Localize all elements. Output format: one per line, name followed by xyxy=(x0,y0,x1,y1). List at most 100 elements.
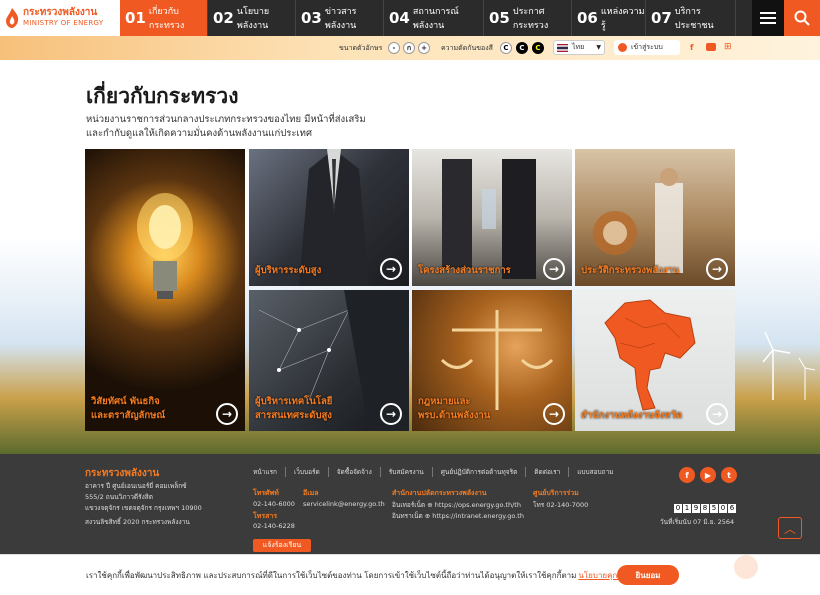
search-button[interactable] xyxy=(784,0,820,36)
arrow-right-icon[interactable]: → xyxy=(216,403,238,425)
tile-caption: ผู้บริหารระดับสูง xyxy=(255,265,322,276)
footer-org-name: กระทรวงพลังงาน xyxy=(85,468,160,479)
ops-internet[interactable]: อินเทอร์เน็ต ⊕ https://ops.energy.go.th/… xyxy=(392,500,521,510)
footer-link-survey[interactable]: แบบสอบถาม xyxy=(569,467,613,477)
nav-num: 06 xyxy=(577,9,598,27)
service-center-label: ศูนย์บริการร่วม xyxy=(533,489,579,497)
thai-flag-icon xyxy=(557,43,568,52)
nav-label: สถานการณ์พลังงาน xyxy=(412,7,459,31)
thailand-map-icon xyxy=(604,299,696,411)
login-button[interactable]: เข้าสู่ระบบ xyxy=(614,40,680,55)
footer-link-jobs[interactable]: รับสมัครงาน xyxy=(381,467,433,477)
visitor-counter: 0 1 9 8 5 0 6 xyxy=(674,504,736,513)
menu-button[interactable] xyxy=(752,0,784,36)
history-photo-icon xyxy=(593,168,683,273)
tile-caption: ประวัติกระทรวงพลังงาน xyxy=(581,265,680,276)
phone-value: 02-140-6000 xyxy=(253,500,295,508)
arrow-right-icon[interactable]: → xyxy=(380,258,402,280)
tile-caption: กฎหมายและ พรบ.ด้านพลังงาน xyxy=(418,396,491,421)
contrast-label: ความตัดกันของสี xyxy=(441,44,493,52)
footer-address: อาคาร ปี ศูนย์เอนเนอร์ยี่ คอมเพล็กซ์ 555/… xyxy=(85,482,202,512)
tile-provincial-offices[interactable]: สำนักงานพลังงานจังหวัด → xyxy=(575,290,735,431)
facebook-icon[interactable]: f xyxy=(679,467,695,483)
footer-link-home[interactable]: หน้าแรก xyxy=(253,467,286,477)
counter-digit: 6 xyxy=(728,504,736,513)
facebook-icon[interactable]: f xyxy=(690,43,693,52)
nav-item-policy[interactable]: 02 นโยบายพลังงาน xyxy=(208,0,296,36)
chat-widget-icon[interactable] xyxy=(734,555,758,579)
hamburger-icon xyxy=(760,12,776,24)
email-label: อีเมล xyxy=(303,489,319,497)
footer-link-anticorruption[interactable]: ศูนย์ปฏิบัติการต่อต้านทุจริต xyxy=(433,467,527,477)
ops-label: สำนักงานปลัดกระทรวงพลังงาน xyxy=(392,489,487,497)
nav-item-news[interactable]: 03 ข่าวสารพลังงาน xyxy=(296,0,384,36)
page-title: เกี่ยวกับกระทรวง xyxy=(86,84,239,108)
arrow-right-icon[interactable]: → xyxy=(706,258,728,280)
youtube-icon[interactable] xyxy=(706,43,716,51)
nav-item-situation[interactable]: 04 สถานการณ์พลังงาน xyxy=(384,0,484,36)
contrast-normal-button[interactable]: C xyxy=(500,42,512,54)
nav-item-announcement[interactable]: 05 ประกาศกระทรวง xyxy=(484,0,572,36)
counter-digit: 1 xyxy=(683,504,691,513)
nav-num: 01 xyxy=(125,9,146,27)
tile-cio[interactable]: ผู้บริหารเทคโนโลยี สารสนเทศระดับสูง → xyxy=(249,290,409,431)
twitter-icon[interactable]: t xyxy=(721,467,737,483)
phone-label: โทรศัพท์ xyxy=(253,489,279,497)
tile-vision-mission[interactable]: วิสัยทัศน์ พันธกิจ และตราสัญลักษณ์ → xyxy=(85,149,245,431)
counter-digit: 8 xyxy=(701,504,709,513)
report-complaint-button[interactable]: แจ้งร้องเรียน xyxy=(253,539,311,552)
arrow-right-icon[interactable]: → xyxy=(706,403,728,425)
language-select[interactable]: ไทย ▼ xyxy=(553,40,605,55)
email-value[interactable]: servicelink@energy.go.th xyxy=(303,500,385,508)
nav-label: นโยบายพลังงาน xyxy=(236,7,270,31)
footer-link-procurement[interactable]: จัดซื้อจัดจ้าง xyxy=(329,467,381,477)
font-increase-button[interactable]: + xyxy=(418,42,430,54)
login-label: เข้าสู่ระบบ xyxy=(631,43,663,51)
nav-label: แหล่งความรู้ xyxy=(600,7,645,31)
tile-ministry-history[interactable]: ประวัติกระทรวงพลังงาน → xyxy=(575,149,735,286)
sitemap-icon[interactable]: ⊞ xyxy=(724,42,732,52)
cookie-accept-button[interactable]: ยินยอม xyxy=(617,565,679,585)
footer-copyright: สงวนลิขสิทธิ์ 2020 กระทรวงพลังงาน xyxy=(85,518,190,526)
logo-english-text: MINISTRY OF ENERGY xyxy=(23,19,104,27)
nav-item-service[interactable]: 07 บริการประชาชน xyxy=(646,0,736,36)
scroll-to-top-button[interactable]: ︿ xyxy=(778,517,802,539)
wind-turbine-icon xyxy=(762,331,816,400)
counter-digit: 0 xyxy=(674,504,682,513)
font-normal-button[interactable]: ก xyxy=(403,42,415,54)
logo-thai-text: กระทรวงพลังงาน xyxy=(23,7,98,18)
ops-intranet[interactable]: อินทราเน็ต ⊕ https://intranet.energy.go.… xyxy=(392,511,524,521)
counter-digit: 9 xyxy=(692,504,700,513)
font-decrease-button[interactable]: - xyxy=(388,42,400,54)
arrow-right-icon[interactable]: → xyxy=(543,403,565,425)
tile-caption: โครงสร้างส่วนราชการ xyxy=(418,265,511,276)
service-center-phone: โทร 02-140-7000 xyxy=(533,501,589,509)
tile-organization-structure[interactable]: โครงสร้างส่วนราชการ → xyxy=(412,149,572,286)
nav-num: 04 xyxy=(389,9,410,27)
fax-label: โทรสาร xyxy=(253,512,278,520)
tile-caption: วิสัยทัศน์ พันธกิจ และตราสัญลักษณ์ xyxy=(91,396,166,421)
business-people-icon xyxy=(442,159,536,279)
youtube-icon[interactable]: ▶ xyxy=(700,467,716,483)
user-icon xyxy=(618,43,627,52)
contrast-yellow-button[interactable]: C xyxy=(532,42,544,54)
nav-num: 03 xyxy=(301,9,322,27)
fax-value: 02-140-6228 xyxy=(253,522,295,530)
footer-link-contact[interactable]: ติดต่อเรา xyxy=(526,467,570,477)
tile-law[interactable]: กฎหมายและ พรบ.ด้านพลังงาน → xyxy=(412,290,572,431)
font-size-label: ขนาดตัวอักษร xyxy=(339,44,383,52)
contrast-dark-button[interactable]: C xyxy=(516,42,528,54)
nav-item-knowledge[interactable]: 06 แหล่งความรู้ xyxy=(572,0,646,36)
nav-num: 02 xyxy=(213,9,234,27)
cookie-policy-link[interactable]: นโยบายคุกกี้ xyxy=(578,569,622,582)
footer-link-webboard[interactable]: เว็บบอร์ด xyxy=(286,467,329,477)
tile-caption: สำนักงานพลังงานจังหวัด xyxy=(581,410,683,421)
cookie-text: เราใช้คุกกี้เพื่อพัฒนาประสิทธิภาพ และประ… xyxy=(86,570,577,580)
cookie-banner: เราใช้คุกกี้เพื่อพัฒนาประสิทธิภาพ และประ… xyxy=(0,554,820,595)
tile-executives[interactable]: ผู้บริหารระดับสูง → xyxy=(249,149,409,286)
counter-digit: 0 xyxy=(719,504,727,513)
arrow-right-icon[interactable]: → xyxy=(380,403,402,425)
arrow-right-icon[interactable]: → xyxy=(543,258,565,280)
ministry-logo[interactable]: กระทรวงพลังงาน MINISTRY OF ENERGY xyxy=(0,0,120,36)
nav-item-about[interactable]: 01 เกี่ยวกับกระทรวง xyxy=(120,0,208,36)
